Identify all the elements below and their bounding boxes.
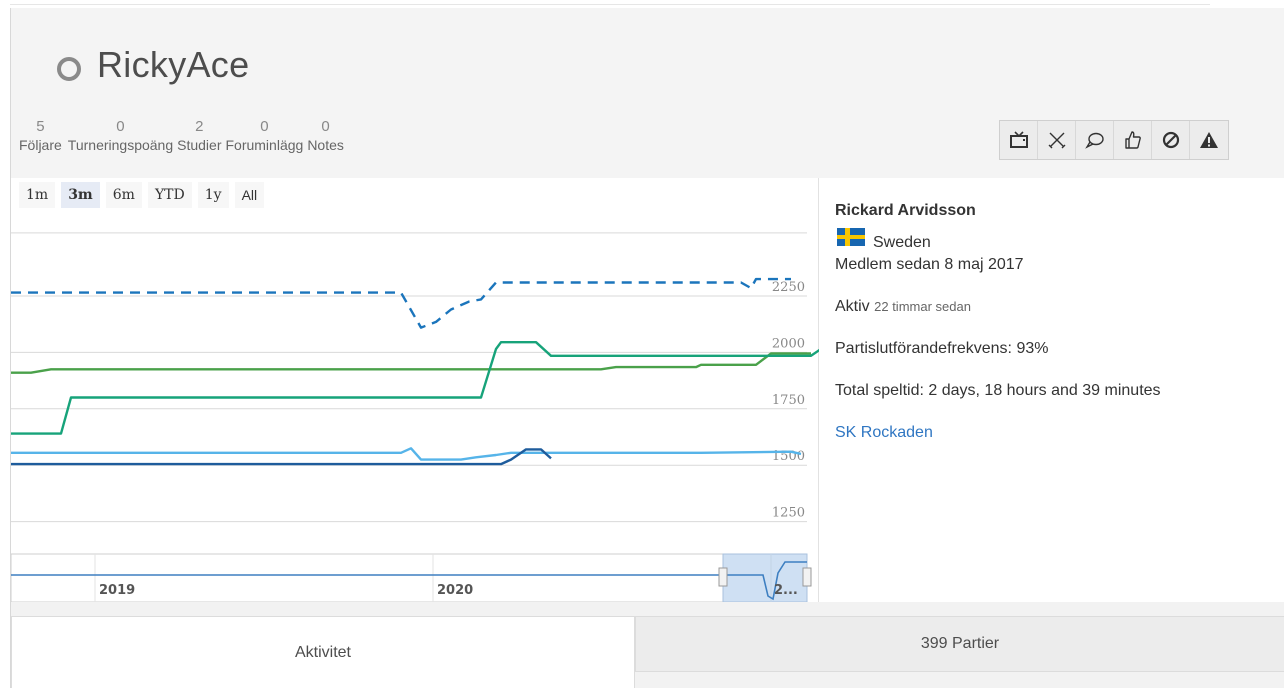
rating-history-chart[interactable]: 225020001750150012502019 2020 2... [11, 178, 819, 602]
club-link[interactable]: SK Rockaden [835, 424, 933, 442]
last-active: Aktiv 22 timmar sedan [835, 298, 971, 316]
country: Sweden [873, 234, 931, 251]
navigator-axis-label: 2019 [99, 583, 135, 598]
crossed-swords-icon [1048, 132, 1065, 149]
navigator-left-handle [718, 567, 728, 587]
active-label: Aktiv [835, 298, 870, 315]
y-tick-label: 1250 [772, 506, 805, 521]
top-divider [10, 4, 1210, 5]
range-all-button[interactable]: All [234, 182, 265, 208]
username: RickyAce [97, 44, 250, 85]
stat-tournament-points[interactable]: 0 Turneringspoäng [68, 118, 173, 155]
range-1y-button[interactable]: 1y [197, 182, 229, 208]
stat-label: Foruminlägg [225, 137, 304, 153]
block-button[interactable] [1152, 121, 1190, 159]
rating-chart-panel: 2250 2000 1750 1500 1250 2019 2020 2... 1m 3m 6… [11, 178, 819, 602]
block-icon [1162, 131, 1179, 149]
watch-tv-button[interactable] [1000, 121, 1038, 159]
active-value: 22 timmar sedan [874, 299, 971, 314]
y-tick-label: 1750 [772, 393, 805, 408]
thumbs-up-icon [1124, 131, 1141, 149]
user-info-panel: Rickard Arvidsson Sweden Medlem sedan 8 … [819, 178, 1284, 602]
navigator-axis-label: 2020 [437, 583, 473, 598]
recommend-button[interactable] [1114, 121, 1152, 159]
profile-header: RickyAce 5 Följare 0 Turneringspoäng 2 S… [11, 8, 1284, 178]
offline-status-icon [57, 57, 81, 81]
stat-count: 0 [321, 118, 330, 135]
rating-series-line [11, 277, 791, 329]
report-button[interactable] [1190, 121, 1228, 159]
stat-label: Studier [177, 137, 222, 153]
message-button[interactable] [1076, 121, 1114, 159]
completion-label: Partislutförandefrekvens: [835, 340, 1012, 357]
tab-games[interactable]: 399 Partier [635, 616, 1284, 672]
tab-activity[interactable]: Aktivitet [11, 616, 635, 688]
range-selector: 1m 3m 6m YTD 1y All [19, 182, 265, 208]
speech-bubble-icon [1084, 132, 1104, 149]
y-tick-label: 2000 [772, 336, 805, 351]
rating-series-line [11, 447, 802, 461]
rating-series-line [11, 341, 819, 435]
completion-rate: Partislutförandefrekvens: 93% [835, 340, 1048, 358]
y-tick-label: 2250 [772, 280, 805, 295]
stat-count: 0 [116, 118, 125, 135]
stat-label: Notes [307, 137, 344, 153]
stat-count: 0 [260, 118, 269, 135]
navigator-right-handle [802, 567, 812, 587]
stat-count: 5 [36, 118, 45, 135]
total-playtime: Total speltid: 2 days, 18 hours and 39 m… [835, 382, 1161, 399]
range-6m-button[interactable]: 6m [105, 182, 142, 208]
stat-count: 2 [195, 118, 204, 135]
range-3m-button[interactable]: 3m [61, 182, 100, 208]
navigator-axis-label: 2... [774, 583, 798, 598]
profile-page: RickyAce 5 Följare 0 Turneringspoäng 2 S… [10, 8, 1284, 688]
profile-tabs: Aktivitet 399 Partier [11, 616, 1284, 688]
stat-label: Följare [19, 137, 62, 153]
completion-value: 93% [1016, 340, 1049, 357]
warning-icon [1200, 132, 1218, 148]
stat-forum-posts[interactable]: 0 Foruminlägg [225, 118, 303, 155]
member-since: Medlem sedan 8 maj 2017 [835, 256, 1024, 273]
stat-label: Turneringspoäng [67, 137, 174, 153]
sweden-flag-icon [837, 228, 865, 246]
tv-icon [1009, 131, 1028, 148]
stat-studies[interactable]: 2 Studier [177, 118, 221, 155]
range-ytd-button[interactable]: YTD [147, 182, 192, 208]
profile-stats: 5 Följare 0 Turneringspoäng 2 Studier 0 … [19, 118, 348, 155]
stat-followers[interactable]: 5 Följare [19, 118, 62, 155]
challenge-button[interactable] [1038, 121, 1076, 159]
stat-notes[interactable]: 0 Notes [307, 118, 344, 155]
profile-actions [999, 120, 1229, 160]
range-1m-button[interactable]: 1m [19, 182, 56, 208]
full-name: Rickard Arvidsson [835, 202, 976, 219]
